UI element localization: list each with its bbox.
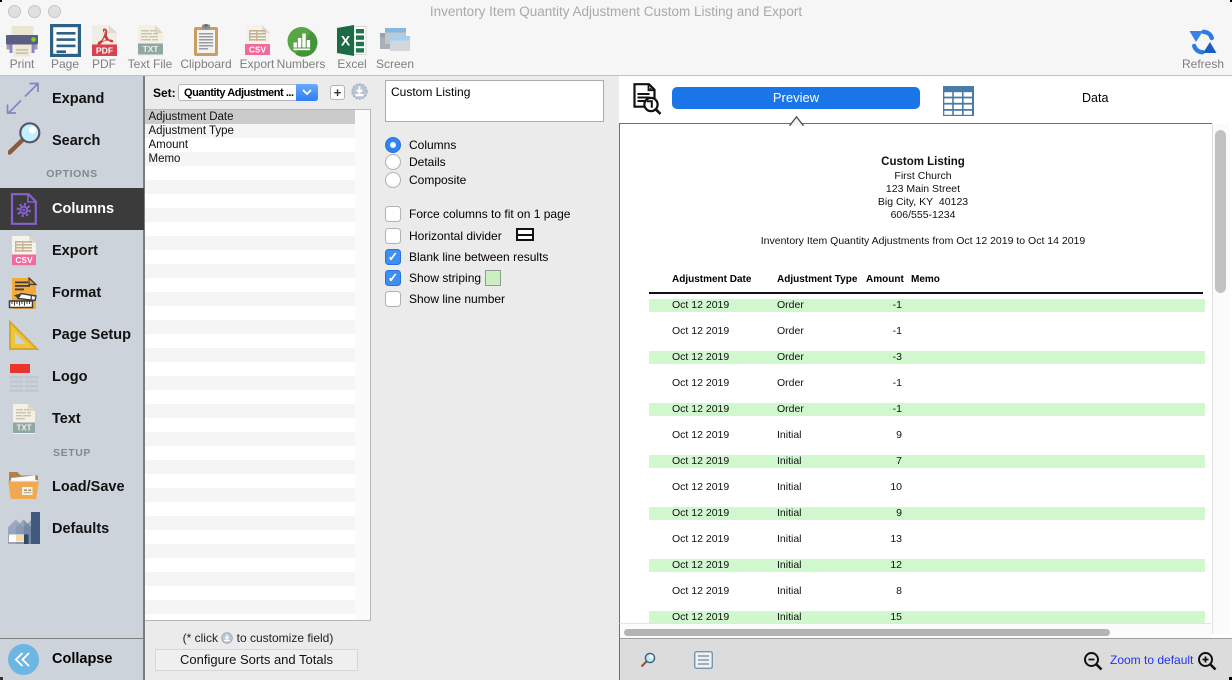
svg-text:CSV: CSV <box>248 45 266 55</box>
svg-text:TXT: TXT <box>16 424 31 433</box>
svg-text:PDF: PDF <box>95 46 112 56</box>
svg-text:TXT: TXT <box>142 44 159 54</box>
svg-text:CSV: CSV <box>15 255 33 265</box>
svg-text:X: X <box>341 33 351 49</box>
